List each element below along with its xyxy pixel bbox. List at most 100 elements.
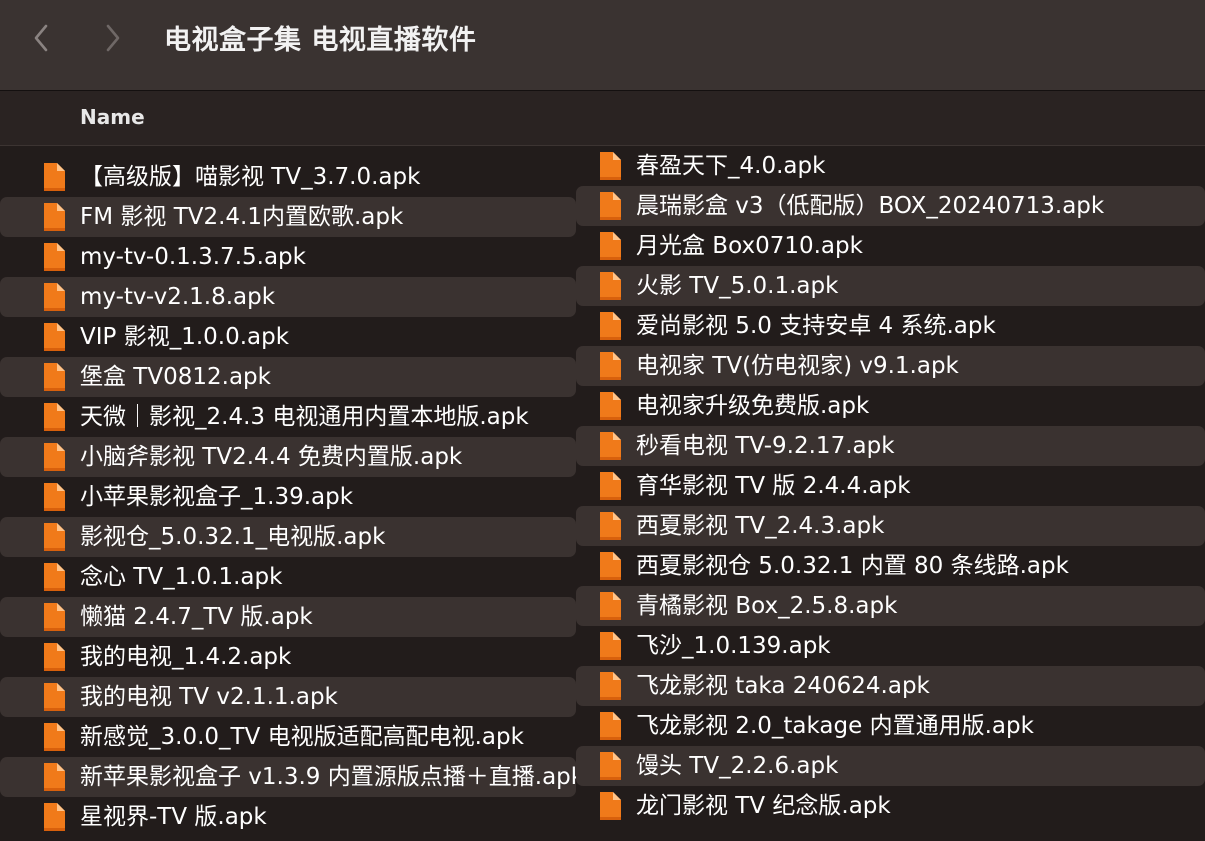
file-name: VIP 影视_1.0.0.apk	[80, 324, 290, 350]
file-row[interactable]: 星视界-TV 版.apk	[0, 797, 576, 837]
file-name: 飞龙影视 2.0_takage 内置通用版.apk	[636, 713, 1034, 739]
window-title: 电视盒子集 电视直播软件	[164, 25, 477, 56]
apk-file-icon	[598, 551, 622, 581]
back-button[interactable]	[24, 20, 60, 56]
file-row[interactable]: 新感觉_3.0.0_TV 电视版适配高配电视.apk	[0, 717, 576, 757]
apk-file-icon	[42, 162, 66, 192]
toolbar: 电视盒子集 电视直播软件	[0, 0, 1205, 91]
file-row[interactable]: 育华影视 TV 版 2.4.4.apk	[576, 466, 1205, 506]
apk-file-icon	[598, 751, 622, 781]
file-row[interactable]: my-tv-0.1.3.7.5.apk	[0, 237, 576, 277]
file-row[interactable]: 飞龙影视 taka 240624.apk	[576, 666, 1205, 706]
file-row[interactable]: 我的电视 TV v2.1.1.apk	[0, 677, 576, 717]
file-name: 小苹果影视盒子_1.39.apk	[80, 484, 354, 510]
file-row[interactable]: 西夏影视 TV_2.4.3.apk	[576, 506, 1205, 546]
apk-file-icon	[598, 711, 622, 741]
apk-file-icon	[598, 511, 622, 541]
apk-file-icon	[42, 402, 66, 432]
file-name: 我的电视_1.4.2.apk	[80, 644, 292, 670]
apk-file-icon	[598, 231, 622, 261]
file-row[interactable]: 爱尚影视 5.0 支持安卓 4 系统.apk	[576, 306, 1205, 346]
file-name: 育华影视 TV 版 2.4.4.apk	[636, 473, 911, 499]
file-row[interactable]: 电视家 TV(仿电视家) v9.1.apk	[576, 346, 1205, 386]
file-name: 影视仓_5.0.32.1_电视版.apk	[80, 524, 386, 550]
file-name: 飞沙_1.0.139.apk	[636, 633, 831, 659]
file-row[interactable]: FM 影视 TV2.4.1内置欧歌.apk	[0, 197, 576, 237]
file-row[interactable]: 电视家升级免费版.apk	[576, 386, 1205, 426]
file-name: 新苹果影视盒子 v1.3.9 内置源版点播＋直播.apk	[80, 764, 576, 790]
file-row[interactable]: 西夏影视仓 5.0.32.1 内置 80 条线路.apk	[576, 546, 1205, 586]
file-name: FM 影视 TV2.4.1内置欧歌.apk	[80, 204, 404, 230]
list-header: Name	[0, 91, 1205, 146]
apk-file-icon	[42, 722, 66, 752]
file-name: my-tv-v2.1.8.apk	[80, 284, 276, 310]
file-name: 念心 TV_1.0.1.apk	[80, 564, 283, 590]
file-name: 电视家 TV(仿电视家) v9.1.apk	[636, 353, 959, 379]
file-name: 天微｜影视_2.4.3 电视通用内置本地版.apk	[80, 404, 529, 430]
apk-file-icon	[42, 522, 66, 552]
apk-file-icon	[42, 642, 66, 672]
file-name: 电视家升级免费版.apk	[636, 393, 870, 419]
file-name: 西夏影视 TV_2.4.3.apk	[636, 513, 885, 539]
file-row[interactable]: 火影 TV_5.0.1.apk	[576, 266, 1205, 306]
file-name: 晨瑞影盒 v3（低配版）BOX_20240713.apk	[636, 193, 1105, 219]
name-column-header[interactable]: Name	[80, 105, 145, 129]
file-row[interactable]: 懒猫 2.4.7_TV 版.apk	[0, 597, 576, 637]
file-row[interactable]: 小脑斧影视 TV2.4.4 免费内置版.apk	[0, 437, 576, 477]
file-name: 懒猫 2.4.7_TV 版.apk	[80, 604, 313, 630]
file-list-left: 【高级版】喵影视 TV_3.7.0.apk FM 影视 TV2.4.1内置欧歌.a…	[0, 157, 576, 841]
chevron-right-icon	[96, 20, 132, 56]
apk-file-icon	[598, 791, 622, 821]
file-name: 龙门影视 TV 纪念版.apk	[636, 793, 891, 819]
file-row[interactable]: 我的电视_1.4.2.apk	[0, 637, 576, 677]
file-name: 西夏影视仓 5.0.32.1 内置 80 条线路.apk	[636, 553, 1069, 579]
file-row[interactable]: 青橘影视 Box_2.5.8.apk	[576, 586, 1205, 626]
file-list-right: 春盈天下_4.0.apk 晨瑞影盒 v3（低配版）BOX_20240713.apk…	[576, 146, 1205, 841]
file-name: 小脑斧影视 TV2.4.4 免费内置版.apk	[80, 444, 463, 470]
file-row[interactable]: 龙门影视 TV 纪念版.apk	[576, 786, 1205, 826]
finder-window: 电视盒子集 电视直播软件 Name 【高级版】喵影视 TV_3.7.0.apk F…	[0, 0, 1205, 841]
file-row[interactable]: 晨瑞影盒 v3（低配版）BOX_20240713.apk	[576, 186, 1205, 226]
apk-file-icon	[598, 471, 622, 501]
apk-file-icon	[42, 562, 66, 592]
apk-file-icon	[42, 762, 66, 792]
apk-file-icon	[42, 682, 66, 712]
apk-file-icon	[42, 202, 66, 232]
file-row[interactable]: 天微｜影视_2.4.3 电视通用内置本地版.apk	[0, 397, 576, 437]
file-row[interactable]: 堡盒 TV0812.apk	[0, 357, 576, 397]
file-name: 馒头 TV_2.2.6.apk	[636, 753, 839, 779]
file-row[interactable]: 月光盒 Box0710.apk	[576, 226, 1205, 266]
apk-file-icon	[598, 191, 622, 221]
file-row[interactable]: VIP 影视_1.0.0.apk	[0, 317, 576, 357]
file-row[interactable]: 飞龙影视 2.0_takage 内置通用版.apk	[576, 706, 1205, 746]
file-name: 春盈天下_4.0.apk	[636, 153, 826, 179]
file-name: 秒看电视 TV-9.2.17.apk	[636, 433, 895, 459]
file-row[interactable]: my-tv-v2.1.8.apk	[0, 277, 576, 317]
file-name: 爱尚影视 5.0 支持安卓 4 系统.apk	[636, 313, 996, 339]
file-row[interactable]: 影视仓_5.0.32.1_电视版.apk	[0, 517, 576, 557]
apk-file-icon	[42, 442, 66, 472]
file-row[interactable]: 新苹果影视盒子 v1.3.9 内置源版点播＋直播.apk	[0, 757, 576, 797]
apk-file-icon	[598, 671, 622, 701]
apk-file-icon	[598, 391, 622, 421]
apk-file-icon	[598, 431, 622, 461]
file-name: 堡盒 TV0812.apk	[80, 364, 271, 390]
forward-button[interactable]	[96, 20, 132, 56]
file-row[interactable]: 飞沙_1.0.139.apk	[576, 626, 1205, 666]
apk-file-icon	[598, 351, 622, 381]
apk-file-icon	[598, 591, 622, 621]
file-row[interactable]: 馒头 TV_2.2.6.apk	[576, 746, 1205, 786]
file-row[interactable]: 念心 TV_1.0.1.apk	[0, 557, 576, 597]
file-row[interactable]: 春盈天下_4.0.apk	[576, 146, 1205, 186]
apk-file-icon	[598, 631, 622, 661]
file-name: 飞龙影视 taka 240624.apk	[636, 673, 930, 699]
apk-file-icon	[42, 482, 66, 512]
file-row[interactable]: 小苹果影视盒子_1.39.apk	[0, 477, 576, 517]
apk-file-icon	[42, 282, 66, 312]
apk-file-icon	[598, 271, 622, 301]
file-name: 新感觉_3.0.0_TV 电视版适配高配电视.apk	[80, 724, 524, 750]
file-name: 火影 TV_5.0.1.apk	[636, 273, 839, 299]
file-name: 我的电视 TV v2.1.1.apk	[80, 684, 338, 710]
file-row[interactable]: 秒看电视 TV-9.2.17.apk	[576, 426, 1205, 466]
file-row[interactable]: 【高级版】喵影视 TV_3.7.0.apk	[0, 157, 576, 197]
